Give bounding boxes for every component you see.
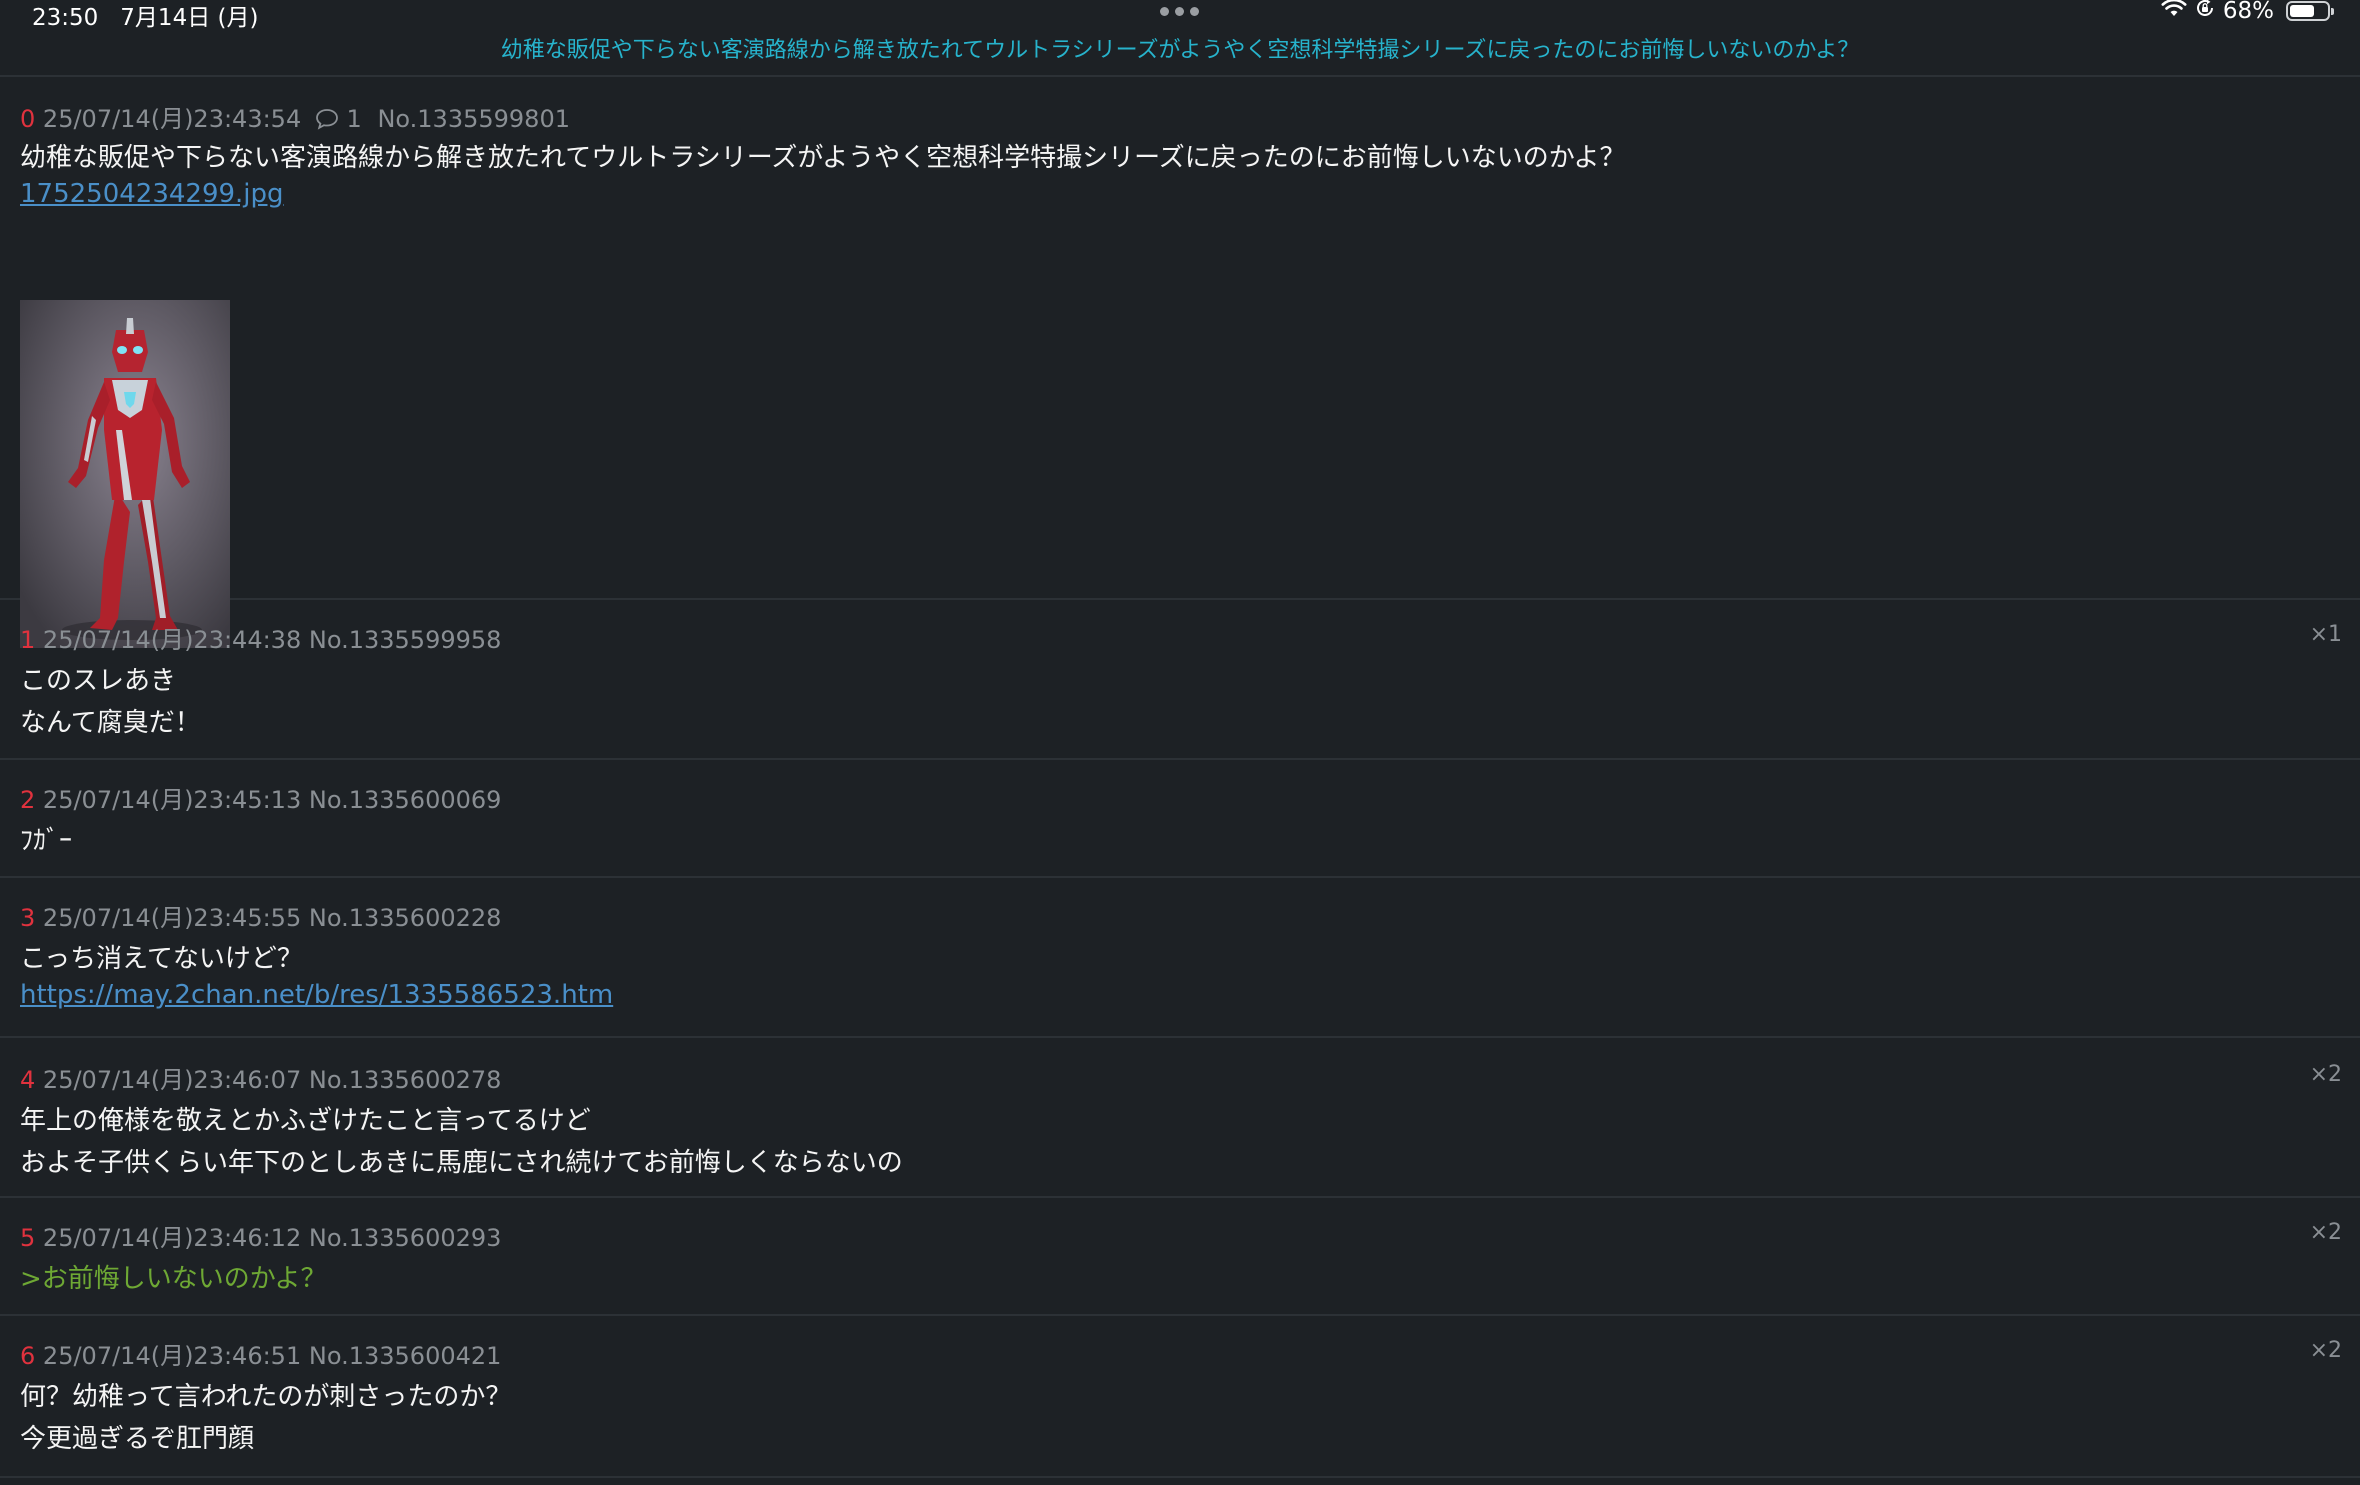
post-id[interactable]: No.1335599958 xyxy=(309,626,502,654)
post-body-line: ﾌｶﾞｰ xyxy=(20,826,73,856)
status-bar: 23:50 7月14日 (月) 68% xyxy=(0,0,2360,31)
thread-title: 幼稚な販促や下らない客演路線から解き放たれてウルトラシリーズがようやく空想科学特… xyxy=(500,38,1860,63)
post-number[interactable]: 3 xyxy=(20,904,35,932)
status-indicators: 68% xyxy=(2161,0,2334,24)
status-clock: 23:50 7月14日 (月) xyxy=(32,0,258,32)
post-id[interactable]: No.1335600293 xyxy=(309,1224,502,1252)
post-item: 6 25/07/14(月)23:46:51 No.1335600421 ×2 何… xyxy=(0,1316,2360,1478)
post-datetime: 25/07/14(月)23:45:13 xyxy=(42,786,302,814)
post-body-line: このスレあき xyxy=(20,666,177,696)
post-id[interactable]: No.1335600228 xyxy=(309,904,502,932)
post-number[interactable]: 4 xyxy=(20,1066,35,1094)
status-time: 23:50 xyxy=(32,5,99,31)
reply-count-badge[interactable]: ×2 xyxy=(2310,1062,2342,1087)
post-body-line: 何？幼稚って言われたのが刺さったのか？ xyxy=(20,1382,512,1412)
post-item: 0 25/07/14(月)23:43:54 1 No.1335599801 幼稚… xyxy=(0,77,2360,648)
post-id[interactable]: No.1335600278 xyxy=(309,1066,502,1094)
post-body-line: こっち消えてないけど？ xyxy=(20,944,303,974)
wifi-icon xyxy=(2161,0,2187,24)
battery-percent: 68% xyxy=(2222,0,2274,24)
post-body-line: 今更過ぎるぞ肛門顔 xyxy=(20,1424,255,1454)
post-datetime: 25/07/14(月)23:46:12 xyxy=(42,1224,302,1252)
attachment-file-link[interactable]: 1752504234299.jpg xyxy=(20,179,284,209)
post-header: 1 25/07/14(月)23:44:38 No.1335599958 xyxy=(20,620,501,655)
post-number[interactable]: 2 xyxy=(20,786,35,814)
post-id[interactable]: No.1335599801 xyxy=(377,105,570,133)
post-header: 6 25/07/14(月)23:46:51 No.1335600421 xyxy=(20,1336,501,1371)
post-number[interactable]: 6 xyxy=(20,1342,35,1370)
post-datetime: 25/07/14(月)23:46:07 xyxy=(42,1066,302,1094)
post-datetime: 25/07/14(月)23:46:51 xyxy=(42,1342,302,1370)
post-item: 2 25/07/14(月)23:45:13 No.1335600069 ﾌｶﾞｰ xyxy=(0,760,2360,878)
post-header: 4 25/07/14(月)23:46:07 No.1335600278 xyxy=(20,1060,501,1095)
post-datetime: 25/07/14(月)23:43:54 xyxy=(42,105,302,133)
post-item: 3 25/07/14(月)23:45:55 No.1335600228 こっち消… xyxy=(0,878,2360,1038)
post-item: 5 25/07/14(月)23:46:12 No.1335600293 ×2 >… xyxy=(0,1198,2360,1316)
post-number[interactable]: 1 xyxy=(20,626,35,654)
post-datetime: 25/07/14(月)23:44:38 xyxy=(42,626,302,654)
attachment-thumbnail[interactable] xyxy=(20,300,230,648)
post-datetime: 25/07/14(月)23:45:55 xyxy=(42,904,302,932)
post-item: 4 25/07/14(月)23:46:07 No.1335600278 ×2 年… xyxy=(0,1038,2360,1198)
post-body-line: 年上の俺様を敬えとかふざけたこと言ってるけど xyxy=(20,1106,591,1136)
battery-icon xyxy=(2286,1,2334,21)
multitasking-dots-icon[interactable] xyxy=(1160,7,1204,17)
quote-line[interactable]: >お前悔しいないのかよ？ xyxy=(20,1258,327,1295)
reply-count-badge[interactable]: ×2 xyxy=(2310,1220,2342,1245)
post-id[interactable]: No.1335600069 xyxy=(309,786,502,814)
post-body-line: なんて腐臭だ！ xyxy=(20,708,201,738)
post-item: 1 25/07/14(月)23:44:38 No.1335599958 ×1 こ… xyxy=(0,600,2360,760)
post-body-line: およそ子供くらい年下のとしあきに馬鹿にされ続けてお前悔しくならないの xyxy=(20,1148,903,1178)
post-body-line: 幼稚な販促や下らない客演路線から解き放たれてウルトラシリーズがようやく空想科学特… xyxy=(20,143,1626,173)
post-header: 2 25/07/14(月)23:45:13 No.1335600069 xyxy=(20,780,501,815)
orientation-lock-icon xyxy=(2195,0,2215,24)
battery-level-fill xyxy=(2290,5,2314,17)
post-header: 0 25/07/14(月)23:43:54 1 No.1335599801 xyxy=(20,99,570,136)
post-number[interactable]: 5 xyxy=(20,1224,35,1252)
post-number[interactable]: 0 xyxy=(20,105,35,133)
comment-count: 1 xyxy=(346,105,362,133)
thread-link[interactable]: https://may.2chan.net/b/res/1335586523.h… xyxy=(20,980,613,1010)
reply-count-badge[interactable]: ×1 xyxy=(2310,622,2342,647)
comment-icon xyxy=(315,108,339,136)
post-header: 3 25/07/14(月)23:45:55 No.1335600228 xyxy=(20,898,501,933)
status-date: 7月14日 (月) xyxy=(120,5,259,31)
post-id[interactable]: No.1335600421 xyxy=(309,1342,502,1370)
reply-count-badge[interactable]: ×2 xyxy=(2310,1338,2342,1363)
post-header: 5 25/07/14(月)23:46:12 No.1335600293 xyxy=(20,1218,501,1253)
